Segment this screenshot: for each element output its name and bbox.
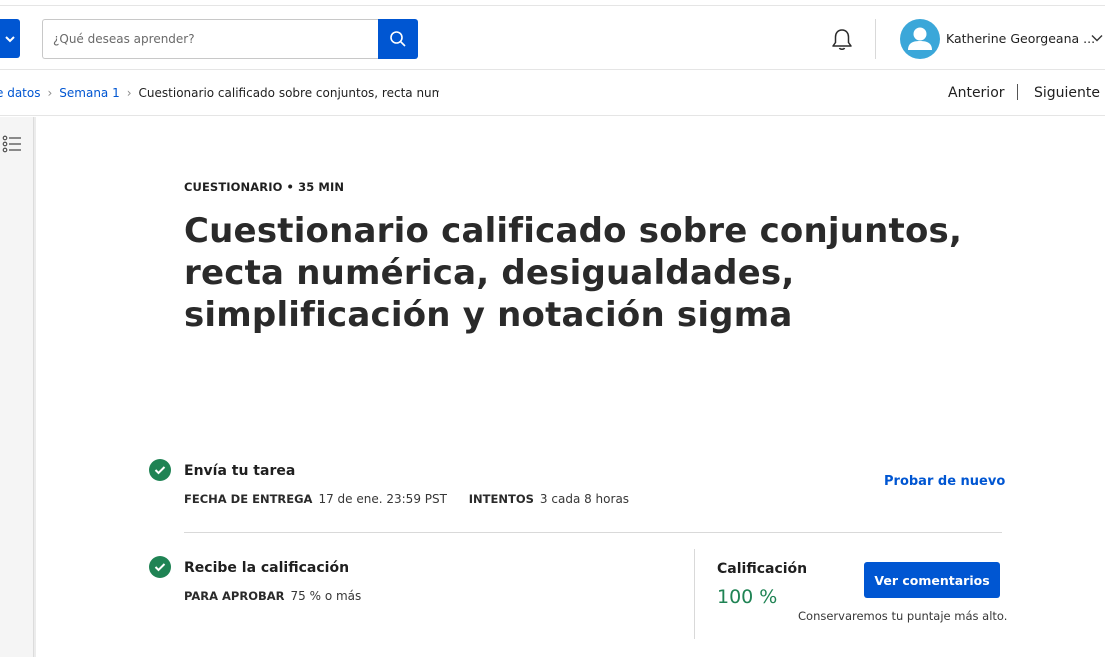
grade-value: 100 % bbox=[717, 586, 778, 608]
attempts-label: INTENTOS bbox=[468, 492, 534, 506]
due-label: FECHA DE ENTREGA bbox=[184, 492, 313, 506]
breadcrumb: e datos › Semana 1 › Cuestionario califi… bbox=[0, 86, 439, 100]
pass-value: 75 % o más bbox=[290, 589, 362, 603]
avatar[interactable] bbox=[900, 19, 940, 59]
side-rail bbox=[0, 117, 34, 657]
view-feedback-button[interactable]: Ver comentarios bbox=[864, 562, 1000, 598]
highest-score-note: Conservaremos tu puntaje más alto. bbox=[798, 609, 1008, 623]
submit-meta: FECHA DE ENTREGA 17 de ene. 23:59 PST INT… bbox=[184, 492, 629, 506]
page-title: Cuestionario calificado sobre conjuntos,… bbox=[184, 211, 963, 335]
check-icon bbox=[149, 556, 171, 578]
chevron-right-icon: › bbox=[47, 86, 53, 100]
submit-step-title: Envía tu tarea bbox=[184, 463, 296, 479]
retry-link[interactable]: Probar de nuevo bbox=[884, 474, 1005, 489]
list-icon[interactable] bbox=[2, 135, 22, 153]
grade-label: Calificación bbox=[717, 561, 808, 577]
explore-menu-button[interactable] bbox=[0, 19, 20, 58]
chevron-down-icon bbox=[5, 35, 15, 42]
breadcrumb-current: Cuestionario calificado sobre conjuntos,… bbox=[138, 86, 439, 100]
assignment-eyebrow: CUESTIONARIO • 35 MIN bbox=[184, 180, 345, 194]
side-rail-border bbox=[34, 117, 36, 657]
pass-label: PARA APROBAR bbox=[184, 589, 285, 603]
grade-step-title: Recibe la calificación bbox=[184, 560, 350, 576]
due-value: 17 de ene. 23:59 PST bbox=[318, 492, 447, 506]
header-divider bbox=[875, 19, 876, 59]
user-name[interactable]: Katherine Georgeana ... bbox=[946, 31, 1095, 46]
check-icon bbox=[149, 459, 171, 481]
user-avatar-icon bbox=[908, 27, 932, 50]
nav-divider bbox=[1017, 84, 1018, 100]
search-button[interactable] bbox=[378, 19, 418, 59]
top-bar: Katherine Georgeana ... bbox=[0, 6, 1105, 70]
grade-divider bbox=[694, 549, 695, 639]
section-divider bbox=[184, 532, 1002, 533]
search-icon bbox=[390, 31, 406, 47]
bell-icon[interactable] bbox=[829, 27, 855, 53]
chevron-down-icon[interactable] bbox=[1090, 33, 1104, 43]
breadcrumb-link-course[interactable]: e datos bbox=[0, 86, 40, 100]
chevron-right-icon: › bbox=[126, 86, 132, 100]
search-box bbox=[42, 19, 418, 59]
next-link[interactable]: Siguiente bbox=[1034, 85, 1100, 101]
breadcrumb-link-week[interactable]: Semana 1 bbox=[59, 86, 119, 100]
search-input[interactable] bbox=[42, 19, 378, 59]
grade-meta: PARA APROBAR 75 % o más bbox=[184, 589, 361, 603]
previous-link[interactable]: Anterior bbox=[948, 85, 1005, 101]
attempts-value: 3 cada 8 horas bbox=[539, 492, 630, 506]
breadcrumb-bar: e datos › Semana 1 › Cuestionario califi… bbox=[0, 71, 1105, 116]
